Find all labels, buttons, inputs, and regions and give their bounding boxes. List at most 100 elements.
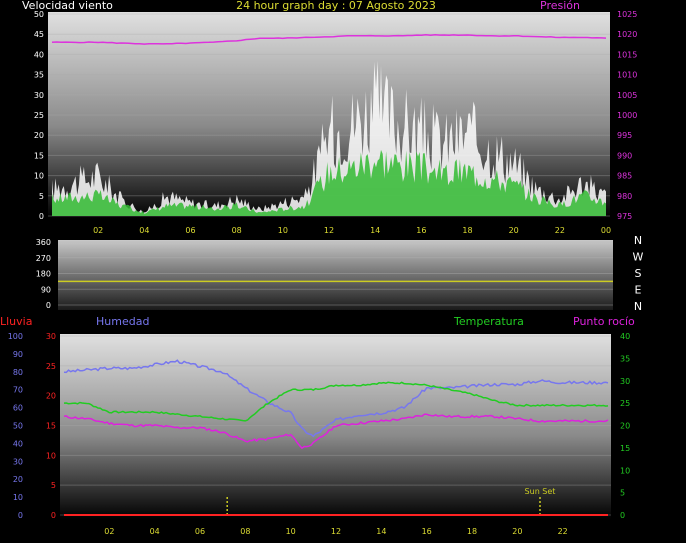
pressure-tick-label: 1025 <box>617 10 637 19</box>
humidity-tick-label: 100 <box>8 332 23 341</box>
pressure-tick-label: 985 <box>617 172 632 181</box>
wind-x-ticks: 02 04 06 08 10 12 14 16 18 20 22 00 <box>93 226 611 235</box>
hour-tick-label: 12 <box>324 226 334 235</box>
hour-tick-label: 16 <box>416 226 426 235</box>
hour-tick-label: 02 <box>104 527 114 536</box>
hour-tick-label: 02 <box>93 226 103 235</box>
hour-tick-label: 06 <box>195 527 205 536</box>
pressure-label: Presión <box>540 0 580 12</box>
chart-title: 24 hour graph day : 07 Agosto 2023 <box>236 0 436 12</box>
temperature-tick-label: 10 <box>620 466 630 475</box>
temperature-tick-label: 35 <box>620 354 630 363</box>
pressure-tick-label: 1010 <box>617 71 637 80</box>
hour-tick-label: 04 <box>150 527 160 536</box>
hour-tick-label: 12 <box>331 527 341 536</box>
hour-tick-label: 10 <box>286 527 296 536</box>
wind-tick-label: 30 <box>34 91 44 100</box>
rain-tick-label: 25 <box>46 362 56 371</box>
temperature-tick-label: 0 <box>620 511 625 520</box>
sunset-label: Sun Set <box>525 487 556 496</box>
wind-y-ticks: 0 5 10 15 20 25 30 35 40 45 50 <box>34 10 44 221</box>
humidity-tick-label: 50 <box>13 422 23 431</box>
wind-tick-label: 10 <box>34 172 44 181</box>
hour-tick-label: 20 <box>512 527 522 536</box>
compass-label: N <box>634 234 642 247</box>
pressure-tick-label: 980 <box>617 192 632 201</box>
compass-label: W <box>633 251 644 264</box>
rain-tick-label: 0 <box>51 511 56 520</box>
direction-tick-label: 180 <box>36 270 51 279</box>
temperature-tick-label: 5 <box>620 489 625 498</box>
temperature-y-ticks: 0 5 10 15 20 25 30 35 40 <box>620 332 630 520</box>
rain-tick-label: 15 <box>46 422 56 431</box>
temperature-label: Temperatura <box>453 315 524 328</box>
rain-tick-label: 30 <box>46 332 56 341</box>
temperature-tick-label: 40 <box>620 332 630 341</box>
hour-tick-label: 00 <box>601 226 611 235</box>
rain-tick-label: 20 <box>46 392 56 401</box>
hour-tick-label: 16 <box>422 527 432 536</box>
pressure-tick-label: 1020 <box>617 30 637 39</box>
humidity-tick-label: 20 <box>13 475 23 484</box>
pressure-tick-label: 1000 <box>617 111 637 120</box>
humidity-label: Humedad <box>96 315 149 328</box>
direction-tick-label: 270 <box>36 254 51 263</box>
temperature-tick-label: 15 <box>620 444 630 453</box>
humidity-tick-label: 0 <box>18 511 23 520</box>
hour-tick-label: 08 <box>232 226 242 235</box>
direction-y-ticks: 0 90 180 270 360 <box>36 238 51 310</box>
humidity-tick-label: 70 <box>13 386 23 395</box>
wind-tick-label: 40 <box>34 50 44 59</box>
humidity-tick-label: 80 <box>13 368 23 377</box>
humidity-tick-label: 30 <box>13 457 23 466</box>
wind-tick-label: 20 <box>34 131 44 140</box>
hour-tick-label: 06 <box>185 226 195 235</box>
rain-tick-label: 10 <box>46 451 56 460</box>
hour-tick-label: 18 <box>467 527 477 536</box>
wind-tick-label: 25 <box>34 111 44 120</box>
hour-tick-label: 14 <box>370 226 380 235</box>
hour-tick-label: 08 <box>240 527 250 536</box>
direction-panel <box>58 240 613 310</box>
direction-tick-label: 360 <box>36 238 51 247</box>
compass-labels: NWSEN <box>633 234 644 313</box>
hour-tick-label: 18 <box>462 226 472 235</box>
pressure-y-ticks: 975 980 985 990 995 1000 1005 1010 1015 1020 1025 <box>617 10 637 221</box>
compass-label: S <box>635 267 642 280</box>
compass-label: N <box>634 300 642 313</box>
pressure-tick-label: 1005 <box>617 91 637 100</box>
rain-y-ticks: 0 5 10 15 20 25 30 <box>46 332 56 520</box>
temperature-tick-label: 25 <box>620 399 630 408</box>
direction-tick-label: 0 <box>46 301 51 310</box>
wind-tick-label: 50 <box>34 10 44 19</box>
humidity-tick-label: 10 <box>13 493 23 502</box>
humidity-y-ticks: 0 10 20 30 40 50 60 70 80 90 100 <box>8 332 23 520</box>
temperature-tick-label: 30 <box>620 377 630 386</box>
weather-chart: Velocidad viento 24 hour graph day : 07 … <box>0 0 644 536</box>
wind-tick-label: 15 <box>34 151 44 160</box>
dewpoint-label: Punto rocío <box>573 315 635 328</box>
hour-tick-label: 04 <box>139 226 149 235</box>
pressure-tick-label: 975 <box>617 212 632 221</box>
humidity-tick-label: 40 <box>13 439 23 448</box>
humidity-tick-label: 90 <box>13 350 23 359</box>
temperature-tick-label: 20 <box>620 422 630 431</box>
hour-tick-label: 20 <box>509 226 519 235</box>
compass-label: E <box>635 284 642 297</box>
pressure-tick-label: 995 <box>617 131 632 140</box>
pressure-tick-label: 990 <box>617 151 632 160</box>
climate-x-ticks: 02 04 06 08 10 12 14 16 18 20 22 <box>104 527 568 536</box>
pressure-tick-label: 1015 <box>617 50 637 59</box>
hour-tick-label: 14 <box>376 527 386 536</box>
hour-tick-label: 22 <box>555 226 565 235</box>
humidity-tick-label: 60 <box>13 404 23 413</box>
wind-tick-label: 0 <box>39 212 44 221</box>
wind-tick-label: 45 <box>34 30 44 39</box>
hour-tick-label: 10 <box>278 226 288 235</box>
wind-tick-label: 5 <box>39 192 44 201</box>
rain-tick-label: 5 <box>51 481 56 490</box>
rain-label: Lluvia <box>0 315 32 328</box>
direction-tick-label: 90 <box>41 285 51 294</box>
hour-tick-label: 22 <box>558 527 568 536</box>
wind-tick-label: 35 <box>34 71 44 80</box>
